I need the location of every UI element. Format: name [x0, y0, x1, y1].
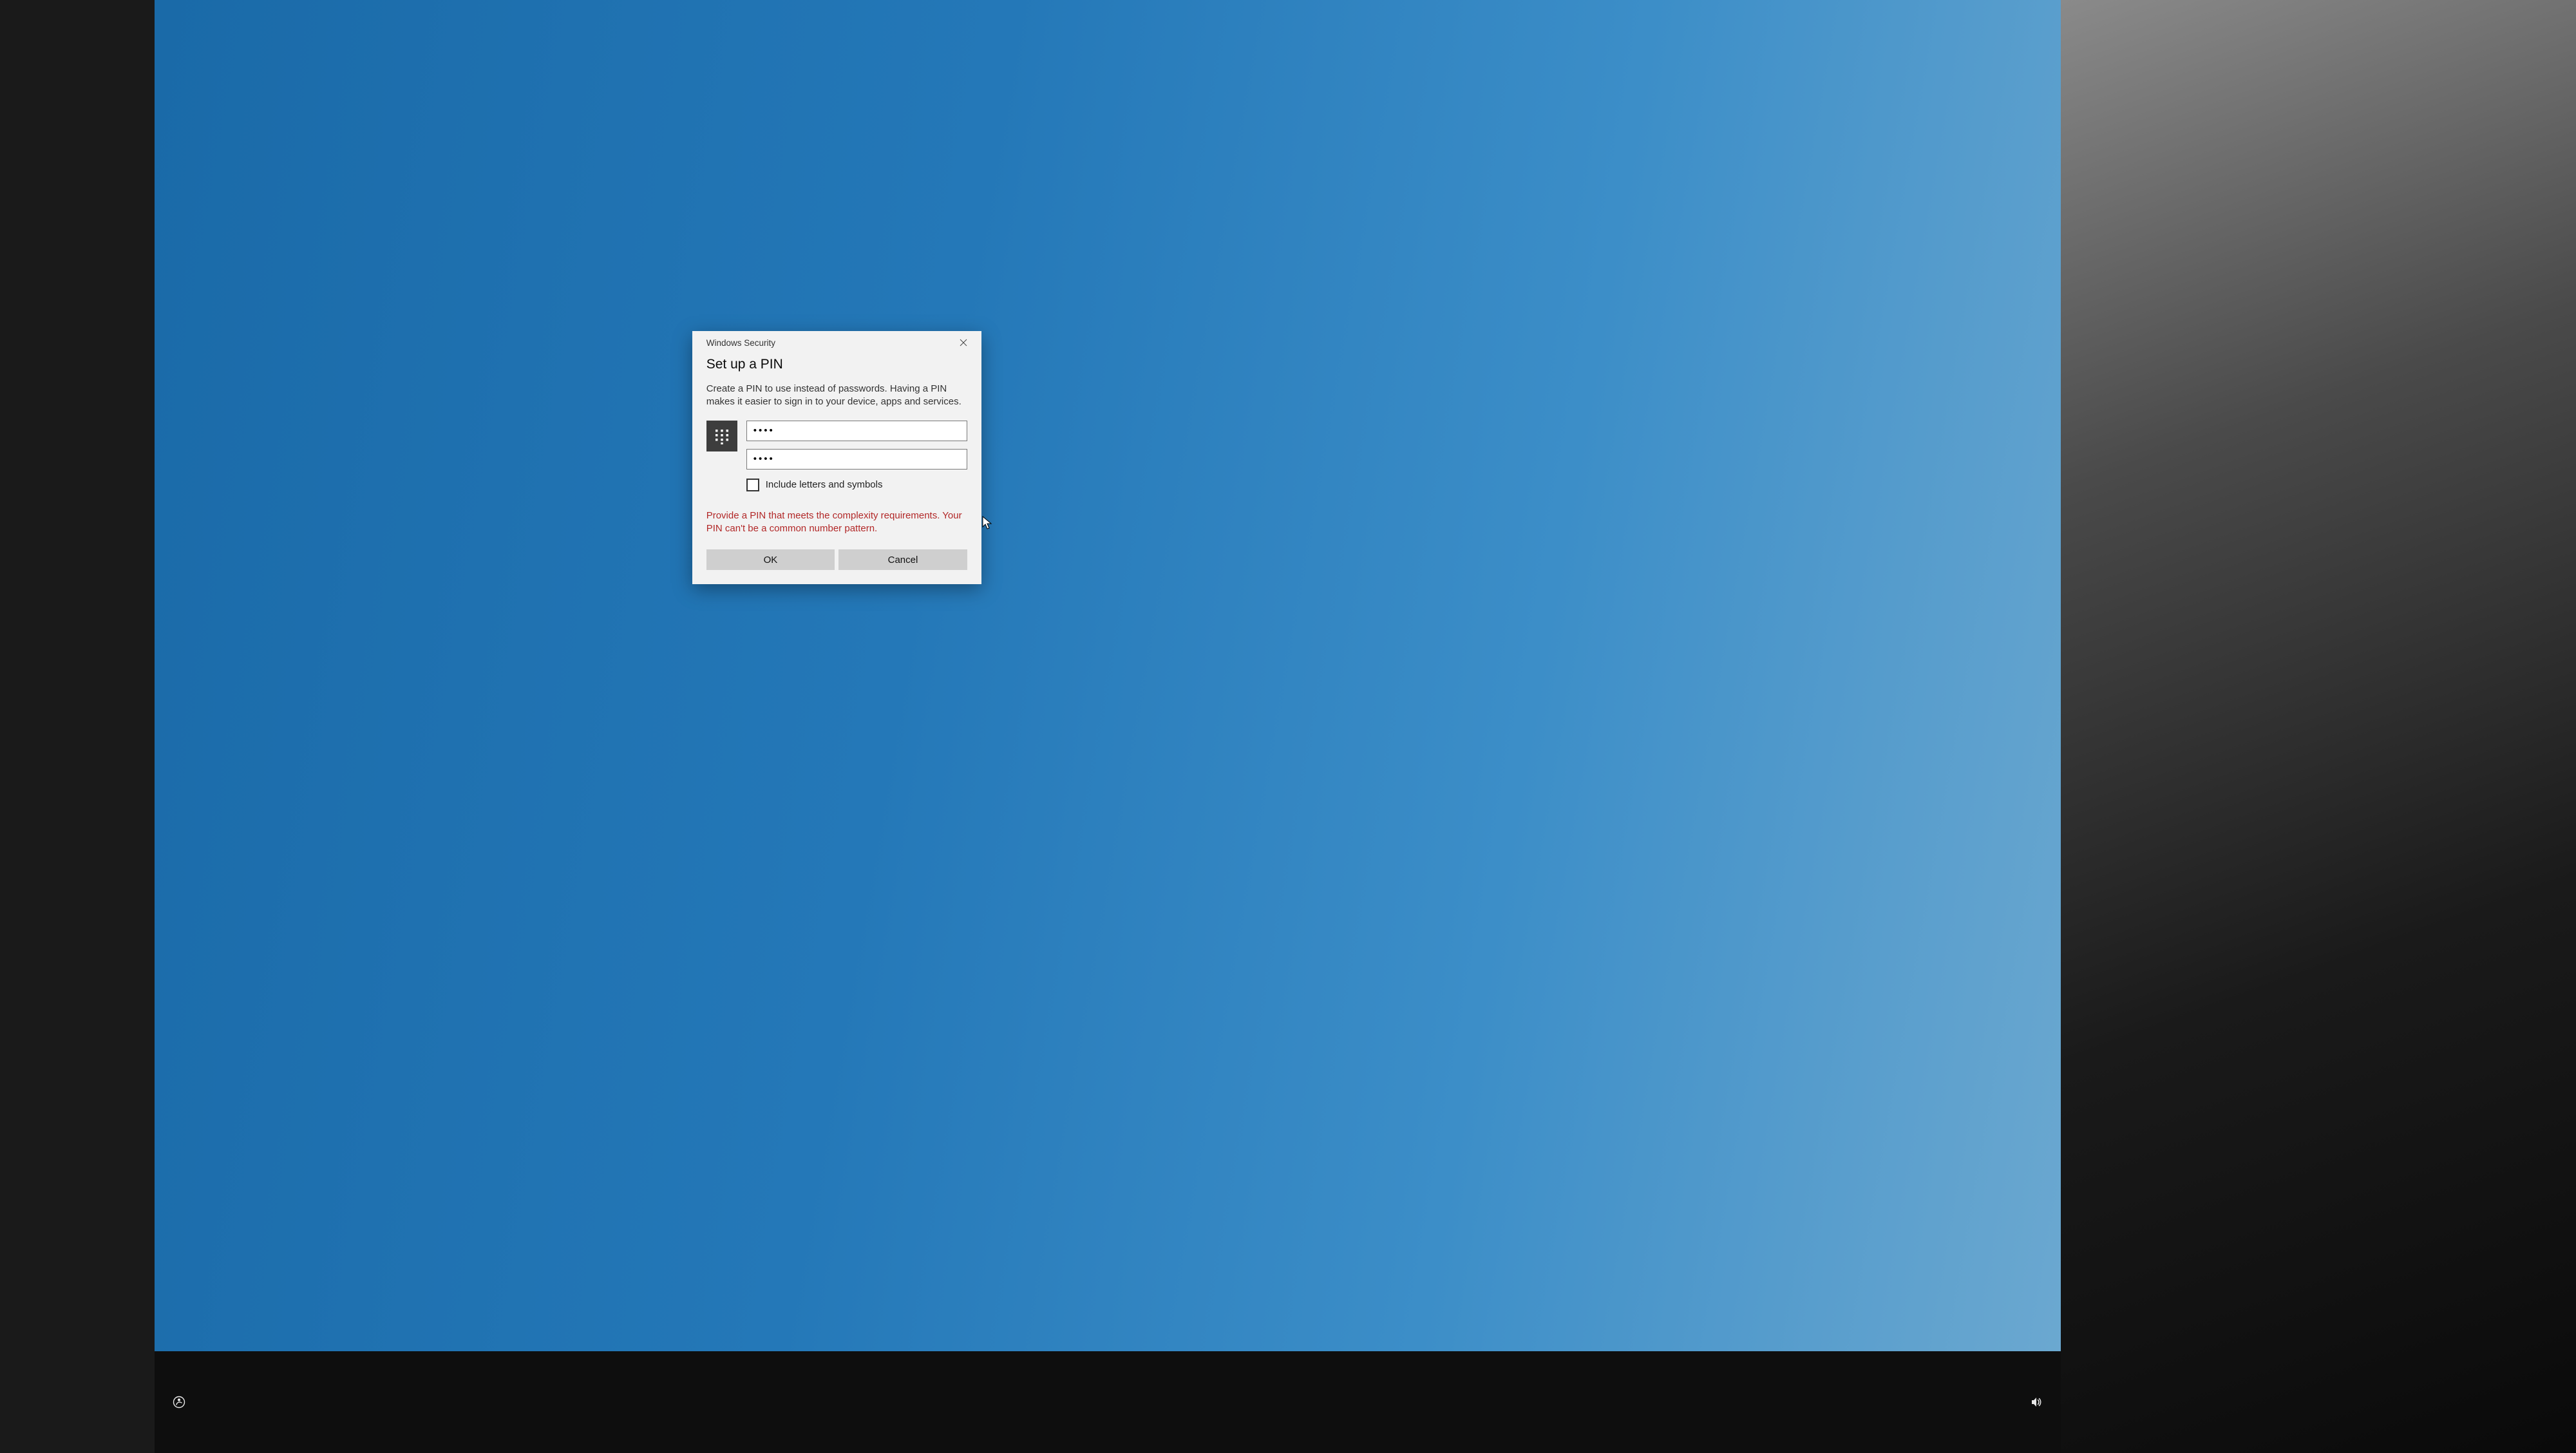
- dialog-button-row: OK Cancel: [706, 549, 967, 570]
- confirm-pin-input[interactable]: [746, 449, 967, 470]
- cancel-button[interactable]: Cancel: [838, 549, 967, 570]
- ease-of-access-icon[interactable]: [173, 1396, 185, 1409]
- dialog-titlebar: Windows Security: [692, 331, 981, 354]
- ok-button[interactable]: OK: [706, 549, 835, 570]
- include-letters-row: Include letters and symbols: [746, 479, 967, 491]
- include-letters-label: Include letters and symbols: [766, 479, 883, 490]
- keypad-icon: [714, 428, 730, 444]
- windows-security-dialog: Windows Security Set up a PIN Create a P…: [692, 331, 981, 584]
- mouse-cursor-icon: [982, 516, 992, 530]
- include-letters-checkbox[interactable]: [746, 479, 759, 491]
- taskbar-right-group: [2030, 1396, 2043, 1409]
- dialog-window-title: Windows Security: [706, 338, 775, 348]
- dialog-heading: Set up a PIN: [706, 357, 967, 372]
- pin-error-message: Provide a PIN that meets the complexity …: [706, 509, 967, 536]
- close-icon: [960, 339, 967, 347]
- pin-entry-row: [706, 421, 967, 470]
- volume-icon[interactable]: [2030, 1396, 2043, 1409]
- pin-inputs-column: [746, 421, 967, 470]
- taskbar-left-group: [173, 1396, 185, 1409]
- dialog-description: Create a PIN to use instead of passwords…: [706, 383, 967, 409]
- taskbar: [155, 1351, 2061, 1453]
- bezel-reflection: [2061, 0, 2576, 1453]
- close-button[interactable]: [949, 333, 978, 352]
- dialog-body: Set up a PIN Create a PIN to use instead…: [692, 354, 981, 584]
- desktop-background: Windows Security Set up a PIN Create a P…: [155, 0, 2061, 1351]
- pin-keypad-icon-box: [706, 421, 737, 451]
- new-pin-input[interactable]: [746, 421, 967, 441]
